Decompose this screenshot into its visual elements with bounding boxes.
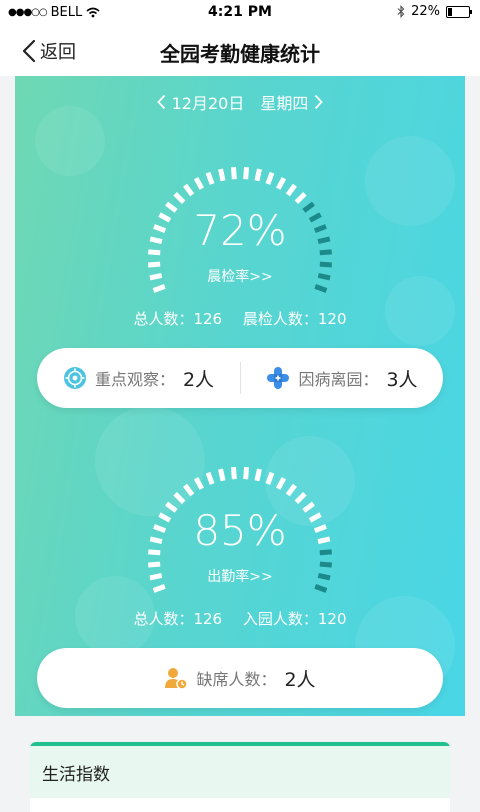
morning-check-tick	[152, 284, 166, 293]
key-observation-label: 重点观察：	[94, 370, 175, 389]
observation-card: 重点观察： 2人 因病离园： 3人	[37, 348, 443, 408]
morning-check-tick	[193, 176, 205, 190]
life-index-title: 生活指数	[42, 764, 110, 785]
life-index-card: 生活指数	[30, 742, 450, 812]
attendance-percent: 85%	[193, 506, 287, 555]
attendance-tick	[294, 491, 307, 505]
absence-card[interactable]: 缺席人数： 2人	[37, 648, 443, 708]
medical-cross-icon	[267, 367, 290, 389]
morning-check-link[interactable]: 晨检率>>	[140, 266, 340, 286]
key-observation-value: 2人	[182, 368, 215, 391]
absence-item[interactable]: 缺席人数： 2人	[37, 648, 443, 708]
attendance-stats: 总人数：126 入园人数：120	[15, 608, 465, 629]
morning-check-tick	[275, 176, 287, 190]
attendance-tick	[275, 476, 287, 490]
morning-check-tick	[230, 167, 237, 180]
attendance-tick	[254, 468, 262, 482]
attendance-tick	[285, 483, 297, 497]
morning-check-gauge: 72% 晨检率>>	[140, 154, 340, 314]
attendance-tick	[152, 584, 166, 593]
morning-check-tick	[205, 171, 215, 185]
morning-check-stats: 总人数：126 晨检人数：120	[15, 308, 465, 329]
attendance-tick	[193, 476, 205, 490]
sick-leave-item[interactable]: 因病离园： 3人	[241, 348, 443, 408]
morning-check-tick	[265, 171, 275, 185]
attendance-tick	[183, 483, 195, 497]
page-title: 全园考勤健康统计	[160, 42, 320, 66]
nav-bar: 返回 全园考勤健康统计	[0, 26, 480, 76]
attendance-tick	[314, 584, 328, 593]
prev-date-button[interactable]	[156, 94, 166, 110]
morning-check-tick	[183, 183, 195, 197]
decor-bubble	[365, 136, 455, 226]
life-index-header[interactable]: 生活指数	[30, 746, 450, 798]
attendance-tick	[243, 467, 250, 480]
morning-check-tick	[314, 284, 328, 293]
sick-leave-value: 3人	[386, 368, 418, 391]
absence-value: 2人	[284, 668, 316, 691]
morning-check-tick	[243, 167, 250, 180]
chevron-right-icon	[315, 94, 324, 110]
battery-icon	[446, 5, 472, 18]
morning-check-tick	[148, 261, 161, 268]
attendance-tick	[205, 471, 215, 485]
morning-check-percent: 72%	[193, 206, 287, 255]
attendance-tick	[173, 491, 186, 505]
status-right: 22%	[397, 4, 472, 19]
date-label: 12月20日	[171, 94, 245, 113]
next-date-button[interactable]	[314, 94, 324, 110]
attendance-link[interactable]: 出勤率>>	[140, 566, 340, 586]
checked-count: 晨检人数：120	[242, 310, 347, 328]
morning-check-tick	[218, 168, 226, 182]
attendance-tick	[218, 468, 226, 482]
entered-count: 入园人数：120	[242, 610, 347, 628]
bluetooth-icon	[397, 5, 405, 18]
morning-check-tick	[319, 261, 332, 268]
battery-percent: 22%	[411, 4, 440, 19]
total-count: 总人数：126	[133, 310, 223, 328]
attendance-tick	[265, 471, 275, 485]
attendance-tick	[148, 561, 161, 568]
decor-bubble	[35, 106, 105, 176]
chevron-left-icon	[156, 94, 165, 110]
status-bar: ●●●○○ BELL 4:21 PM 22%	[0, 0, 480, 26]
morning-check-tick	[294, 191, 307, 205]
stats-panel: 12月20日 星期四 72% 晨检率>> 总人数：126 晨检人数：120 重点…	[15, 76, 465, 716]
absence-label: 缺席人数：	[196, 670, 277, 689]
attendance-tick	[319, 561, 332, 568]
target-icon	[63, 367, 86, 389]
morning-check-tick	[173, 191, 186, 205]
sick-leave-label: 因病离园：	[298, 370, 379, 389]
attendance-tick	[230, 467, 237, 480]
total-count: 总人数：126	[133, 610, 223, 628]
date-selector: 12月20日 星期四	[15, 90, 465, 114]
weekday-label: 星期四	[260, 94, 309, 113]
attendance-gauge: 85% 出勤率>>	[140, 454, 340, 614]
absent-user-icon	[165, 668, 189, 690]
morning-check-tick	[254, 168, 262, 182]
key-observation-item[interactable]: 重点观察： 2人	[37, 348, 240, 408]
morning-check-tick	[285, 183, 297, 197]
